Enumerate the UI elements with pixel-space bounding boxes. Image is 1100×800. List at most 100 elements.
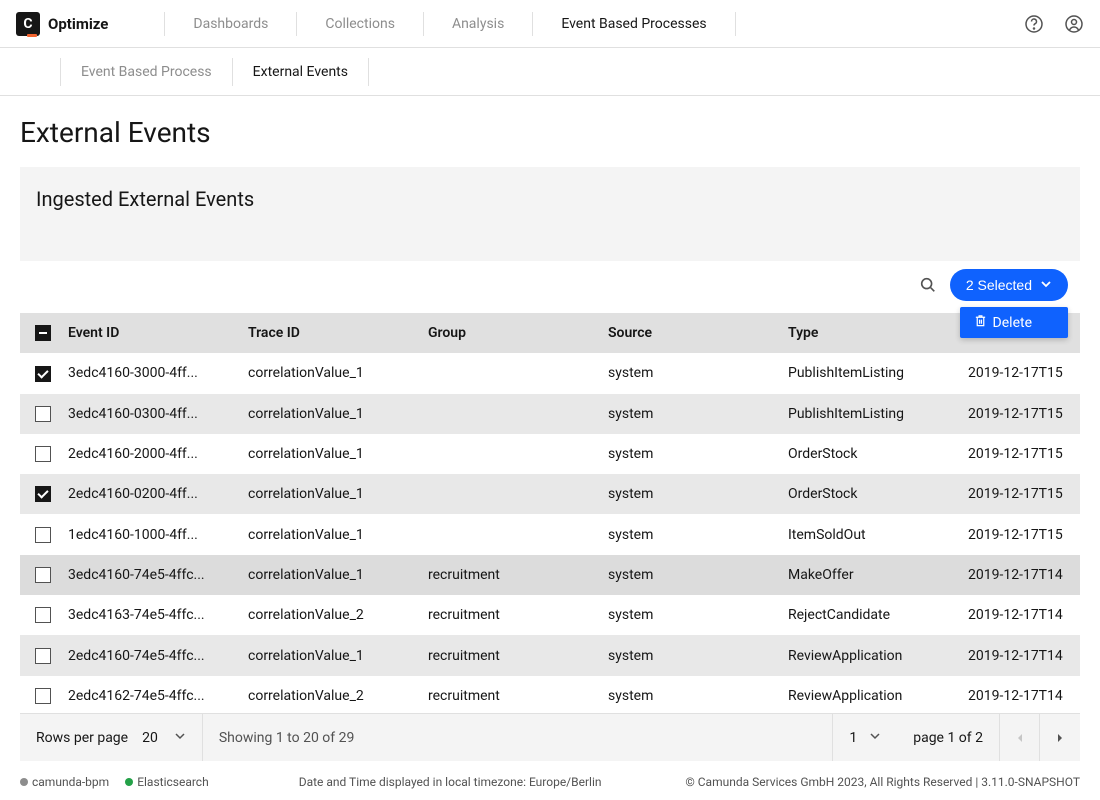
table-row[interactable]: 2edc4160-2000-4ff... correlationValue_1 … xyxy=(20,434,1080,474)
chevron-down-icon xyxy=(174,730,186,746)
pagination-bar: Rows per page 20 Showing 1 to 20 of 29 1… xyxy=(20,713,1080,761)
nav-dashboards[interactable]: Dashboards xyxy=(181,16,280,32)
brand-name: Optimize xyxy=(48,15,108,33)
cell-trace-id: correlationValue_1 xyxy=(240,394,420,434)
rows-per-page-select[interactable]: 20 xyxy=(142,730,186,746)
status-elasticsearch: Elasticsearch xyxy=(125,775,209,789)
pagination-showing: Showing 1 to 20 of 29 xyxy=(203,730,833,746)
row-checkbox[interactable] xyxy=(35,567,51,583)
table-row[interactable]: 2edc4162-74e5-4ffc... correlationValue_2… xyxy=(20,676,1080,713)
cell-group xyxy=(420,394,600,434)
prev-page-button[interactable] xyxy=(1000,714,1040,761)
page-of-label: page 1 of 2 xyxy=(897,714,1000,761)
chevron-down-icon xyxy=(1040,277,1052,293)
help-icon[interactable] xyxy=(1024,14,1044,34)
nav-separator xyxy=(735,12,736,36)
delete-label: Delete xyxy=(993,315,1032,331)
cell-date: 2019-12-17T14 xyxy=(960,555,1080,595)
col-type[interactable]: Type xyxy=(780,313,960,353)
select-all-checkbox[interactable] xyxy=(35,325,51,341)
brand-block[interactable]: C Optimize xyxy=(16,12,108,36)
cell-date: 2019-12-17T14 xyxy=(960,676,1080,713)
subnav-event-based-process[interactable]: Event Based Process xyxy=(60,58,233,86)
table-row[interactable]: 3edc4160-74e5-4ffc... correlationValue_1… xyxy=(20,555,1080,595)
col-trace-id[interactable]: Trace ID xyxy=(240,313,420,353)
cell-source: system xyxy=(600,514,780,554)
row-checkbox[interactable] xyxy=(35,446,51,462)
cell-type: MakeOffer xyxy=(780,555,960,595)
row-checkbox[interactable] xyxy=(35,486,51,502)
col-source[interactable]: Source xyxy=(600,313,780,353)
next-page-button[interactable] xyxy=(1040,714,1080,761)
cell-event-id: 1edc4160-1000-4ff... xyxy=(60,514,240,554)
cell-group: recruitment xyxy=(420,635,600,675)
search-icon[interactable] xyxy=(918,275,938,295)
table-header-row: Event ID Trace ID Group Source Type Date xyxy=(20,313,1080,353)
cell-group xyxy=(420,353,600,393)
cell-type: PublishItemListing xyxy=(780,394,960,434)
selected-count-button[interactable]: 2 Selected xyxy=(950,269,1068,301)
subnav-external-events[interactable]: External Events xyxy=(233,58,369,86)
cell-group: recruitment xyxy=(420,595,600,635)
nav-separator xyxy=(532,12,533,36)
cell-type: OrderStock xyxy=(780,474,960,514)
cell-trace-id: correlationValue_1 xyxy=(240,474,420,514)
page-select[interactable]: 1 xyxy=(832,714,897,761)
cell-event-id: 2edc4162-74e5-4ffc... xyxy=(60,676,240,713)
row-checkbox[interactable] xyxy=(35,607,51,623)
table-row[interactable]: 2edc4160-0200-4ff... correlationValue_1 … xyxy=(20,474,1080,514)
cell-trace-id: correlationValue_2 xyxy=(240,595,420,635)
nav-separator xyxy=(164,12,165,36)
table-row[interactable]: 1edc4160-1000-4ff... correlationValue_1 … xyxy=(20,514,1080,554)
row-checkbox[interactable] xyxy=(35,688,51,704)
chevron-down-icon xyxy=(869,730,881,746)
cell-source: system xyxy=(600,555,780,595)
cell-event-id: 2edc4160-2000-4ff... xyxy=(60,434,240,474)
cell-event-id: 2edc4160-74e5-4ffc... xyxy=(60,635,240,675)
col-event-id[interactable]: Event ID xyxy=(60,313,240,353)
cell-source: system xyxy=(600,635,780,675)
cell-trace-id: correlationValue_1 xyxy=(240,434,420,474)
cell-date: 2019-12-17T15 xyxy=(960,474,1080,514)
status-camunda: camunda-bpm xyxy=(20,775,109,789)
cell-group xyxy=(420,514,600,554)
cell-source: system xyxy=(600,434,780,474)
rows-per-page-label: Rows per page xyxy=(36,730,128,746)
cell-event-id: 3edc4160-3000-4ff... xyxy=(60,353,240,393)
cell-trace-id: correlationValue_1 xyxy=(240,514,420,554)
sub-navbar: Event Based Process External Events xyxy=(0,48,1100,96)
row-checkbox[interactable] xyxy=(35,527,51,543)
row-checkbox[interactable] xyxy=(35,648,51,664)
footer-timezone: Date and Time displayed in local timezon… xyxy=(299,775,602,789)
user-icon[interactable] xyxy=(1064,14,1084,34)
table-row[interactable]: 3edc4163-74e5-4ffc... correlationValue_2… xyxy=(20,595,1080,635)
cell-source: system xyxy=(600,595,780,635)
cell-group xyxy=(420,434,600,474)
nav-analysis[interactable]: Analysis xyxy=(440,16,516,32)
cell-type: OrderStock xyxy=(780,434,960,474)
cell-event-id: 3edc4160-0300-4ff... xyxy=(60,394,240,434)
nav-event-based-processes[interactable]: Event Based Processes xyxy=(549,16,718,32)
delete-menu-item[interactable]: Delete xyxy=(960,307,1068,338)
cell-date: 2019-12-17T15 xyxy=(960,514,1080,554)
cell-date: 2019-12-17T15 xyxy=(960,434,1080,474)
nav-collections[interactable]: Collections xyxy=(313,16,407,32)
footer-copyright: © Camunda Services GmbH 2023, All Rights… xyxy=(685,775,1080,789)
nav-separator xyxy=(296,12,297,36)
cell-date: 2019-12-17T14 xyxy=(960,635,1080,675)
cell-trace-id: correlationValue_2 xyxy=(240,676,420,713)
cell-group xyxy=(420,474,600,514)
panel-title: Ingested External Events xyxy=(20,167,1080,261)
cell-type: ItemSoldOut xyxy=(780,514,960,554)
table-row[interactable]: 2edc4160-74e5-4ffc... correlationValue_1… xyxy=(20,635,1080,675)
status-dot-icon xyxy=(20,778,28,786)
status-dot-icon xyxy=(125,778,133,786)
table-row[interactable]: 3edc4160-0300-4ff... correlationValue_1 … xyxy=(20,394,1080,434)
events-table: Event ID Trace ID Group Source Type Date… xyxy=(20,313,1080,713)
col-group[interactable]: Group xyxy=(420,313,600,353)
row-checkbox[interactable] xyxy=(35,366,51,382)
table-row[interactable]: 3edc4160-3000-4ff... correlationValue_1 … xyxy=(20,353,1080,393)
row-checkbox[interactable] xyxy=(35,406,51,422)
cell-event-id: 2edc4160-0200-4ff... xyxy=(60,474,240,514)
cell-group: recruitment xyxy=(420,555,600,595)
